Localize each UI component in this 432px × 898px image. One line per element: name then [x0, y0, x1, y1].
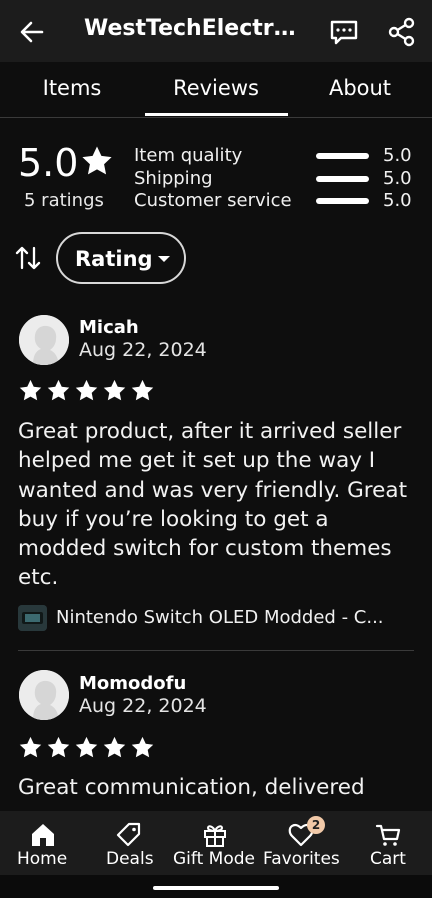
tab-items[interactable]: Items — [0, 76, 144, 100]
nav-gift-mode[interactable]: Gift Mode — [172, 811, 258, 875]
nav-label: Cart — [370, 849, 406, 869]
review-date: Aug 22, 2024 — [79, 695, 207, 717]
category-value-quality: 5.0 — [383, 145, 412, 166]
home-indicator[interactable] — [153, 886, 279, 890]
star-icon — [131, 379, 154, 401]
reviewed-item-title[interactable]: Nintendo Switch OLED Modded - C... — [56, 607, 406, 628]
review-text: Great communication, delivered — [18, 775, 365, 800]
star-icon — [103, 736, 126, 758]
avatar — [19, 670, 69, 720]
nav-deals[interactable]: Deals — [86, 811, 172, 875]
rating-filter-button[interactable]: Rating — [56, 232, 186, 284]
rating-bar-quality — [316, 153, 369, 159]
home-icon — [32, 824, 54, 846]
rating-filter-label: Rating — [75, 247, 153, 271]
review-date: Aug 22, 2024 — [79, 339, 207, 361]
star-icon — [82, 146, 112, 175]
nav-label: Home — [17, 849, 68, 869]
star-icon — [75, 736, 98, 758]
nav-label: Gift Mode — [173, 849, 255, 869]
star-icon — [19, 736, 42, 758]
product-image — [18, 605, 47, 631]
bottom-navigation: Home Deals Gift Mode Favorites Cart — [0, 811, 432, 875]
tag-icon — [116, 822, 141, 847]
favorites-count-badge: 2 — [307, 816, 325, 834]
star-icon — [47, 379, 70, 401]
reviewer-name[interactable]: Micah — [79, 317, 139, 338]
category-label-service: Customer service — [134, 190, 292, 211]
message-icon[interactable] — [326, 14, 362, 50]
star-icon — [75, 379, 98, 401]
gift-icon — [204, 825, 226, 847]
star-icon — [103, 379, 126, 401]
avatar — [19, 315, 69, 365]
overall-rating: 5.0 — [18, 141, 79, 185]
nav-favorites[interactable]: Favorites — [258, 811, 346, 875]
category-value-shipping: 5.0 — [383, 168, 412, 189]
review-stars — [18, 735, 155, 760]
review-text: Great product, after it arrived seller h… — [18, 419, 407, 591]
default-avatar-icon — [19, 315, 69, 365]
nav-cart[interactable]: Cart — [346, 811, 432, 875]
nav-home[interactable]: Home — [0, 811, 86, 875]
default-avatar-icon — [19, 670, 69, 720]
category-value-service: 5.0 — [383, 190, 412, 211]
rating-bar-service — [316, 198, 369, 204]
ratings-count: 5 ratings — [24, 190, 104, 211]
reviewer-name[interactable]: Momodofu — [79, 673, 186, 694]
item-thumbnail[interactable] — [18, 605, 47, 631]
cart-icon — [375, 824, 401, 846]
divider — [18, 650, 414, 651]
review-stars — [18, 378, 155, 403]
tab-reviews[interactable]: Reviews — [144, 76, 288, 100]
rating-bar-shipping — [316, 176, 369, 182]
category-label-quality: Item quality — [134, 145, 243, 166]
sort-icon[interactable] — [14, 244, 42, 272]
tab-bar: Items Reviews About — [0, 62, 432, 118]
star-icon — [131, 736, 154, 758]
dropdown-caret-icon — [158, 256, 170, 262]
back-arrow-icon[interactable] — [14, 14, 50, 50]
star-icon — [47, 736, 70, 758]
tab-about[interactable]: About — [288, 76, 432, 100]
category-label-shipping: Shipping — [134, 168, 213, 189]
shop-title: WestTechElectro... — [84, 16, 306, 41]
star-icon — [19, 379, 42, 401]
nav-label: Favorites — [263, 849, 340, 869]
active-tab-indicator — [145, 113, 288, 116]
share-icon[interactable] — [384, 14, 420, 50]
top-app-bar: WestTechElectro... — [0, 0, 432, 62]
nav-label: Deals — [106, 849, 154, 869]
